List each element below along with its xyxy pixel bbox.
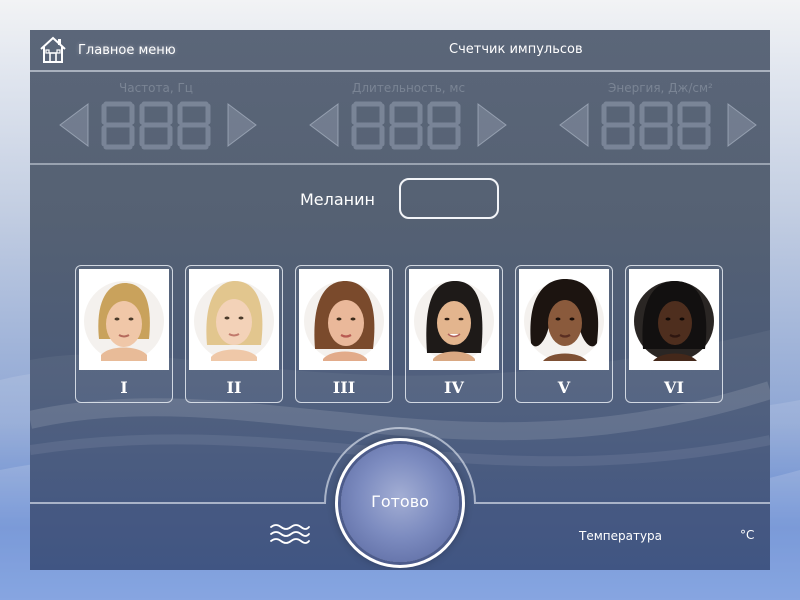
- ready-button[interactable]: Готово: [341, 444, 459, 562]
- ready-label: Готово: [371, 492, 429, 511]
- temperature-label: Температура: [579, 529, 663, 543]
- main-panel: Главное меню Счетчик импульсов Частота, …: [30, 30, 770, 570]
- temperature-unit: °С: [740, 528, 755, 542]
- waves-icon[interactable]: [269, 522, 311, 546]
